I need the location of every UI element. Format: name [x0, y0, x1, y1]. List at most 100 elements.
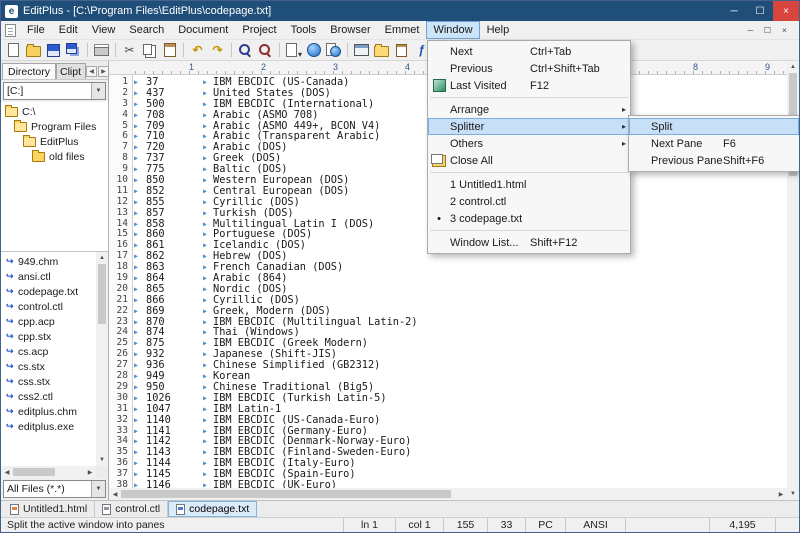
cut-icon[interactable] [120, 41, 139, 59]
menu-item-3-codepage-txt[interactable]: •3 codepage.txt [428, 210, 630, 227]
scrollbar-thumb[interactable] [13, 468, 55, 476]
editor-horizontal-scrollbar[interactable]: ◀ ▶ [109, 488, 787, 500]
file-item-cpp-acp[interactable]: ↪cpp.acp [1, 314, 96, 329]
document-tab-untitled1-html[interactable]: Untitled1.html [3, 501, 95, 517]
scroll-up-button[interactable]: ▲ [96, 252, 108, 264]
file-item-cs-acp[interactable]: ↪cs.acp [1, 344, 96, 359]
sidebar-tab-scroll-right-button[interactable]: ▶ [98, 66, 109, 77]
menu-item-close-all[interactable]: Close All [428, 152, 630, 169]
scrollbar-thumb[interactable] [98, 264, 106, 324]
drive-selector[interactable]: [C:] ▼ [3, 82, 106, 100]
menubar-item-project[interactable]: Project [235, 21, 283, 39]
scroll-up-button[interactable]: ▲ [787, 61, 799, 73]
menu-item-split[interactable]: Split [629, 118, 799, 135]
menu-item-1-untitled1-html[interactable]: 1 Untitled1.html [428, 176, 630, 193]
menubar-item-edit[interactable]: Edit [52, 21, 85, 39]
menu-item-previous[interactable]: PreviousCtrl+Shift+Tab [428, 60, 630, 77]
scroll-left-button[interactable]: ◀ [1, 466, 13, 478]
mdi-minimize-button[interactable]: ─ [742, 26, 759, 35]
close-button[interactable]: × [773, 1, 799, 21]
menubar-item-emmet[interactable]: Emmet [378, 21, 427, 39]
editor-line[interactable]: ▶1047▶IBM Latin-1 [134, 404, 787, 415]
file-list-vertical-scrollbar[interactable]: ▲ ▼ [96, 252, 108, 466]
fullscreen-icon[interactable] [352, 41, 371, 59]
menu-item-last-visited[interactable]: Last VisitedF12 [428, 77, 630, 94]
new-document-icon[interactable] [4, 41, 23, 59]
minimize-button[interactable]: ─ [721, 1, 747, 21]
menubar-item-search[interactable]: Search [122, 21, 171, 39]
tree-item-old-files[interactable]: old files [1, 149, 108, 164]
file-list: ↪949.chm↪ansi.ctl↪codepage.txt↪control.c… [1, 252, 96, 466]
document-tab-control-ctl[interactable]: control.ctl [95, 501, 168, 517]
file-item-cs-stx[interactable]: ↪cs.stx [1, 359, 96, 374]
print-icon[interactable] [92, 41, 111, 59]
scroll-right-button[interactable]: ▶ [775, 488, 787, 500]
save-all-icon[interactable] [64, 41, 83, 59]
folder-icon [5, 107, 18, 117]
menubar-item-browser[interactable]: Browser [323, 21, 377, 39]
dropdown-arrow-icon[interactable]: ▼ [91, 481, 105, 497]
menubar-item-view[interactable]: View [85, 21, 123, 39]
view-in-browser-icon[interactable] [324, 41, 343, 59]
file-filter-selector[interactable]: All Files (*.*) ▼ [3, 480, 106, 498]
menu-item-others[interactable]: Others▸ [428, 135, 630, 152]
menu-item-window-list[interactable]: Window List...Shift+F12 [428, 234, 630, 251]
document-tab-codepage-txt[interactable]: codepage.txt [168, 501, 257, 517]
editor-line[interactable]: ▶1140▶IBM EBCDIC (US-Canada-Euro) [134, 415, 787, 426]
save-icon[interactable] [44, 41, 63, 59]
mdi-close-button[interactable]: × [776, 26, 793, 35]
menubar-item-window[interactable]: Window [426, 21, 479, 39]
menu-item-next[interactable]: NextCtrl+Tab [428, 43, 630, 60]
scroll-right-button[interactable]: ▶ [84, 466, 96, 478]
paste-icon[interactable] [160, 41, 179, 59]
scroll-left-button[interactable]: ◀ [109, 488, 121, 500]
tree-item-editplus[interactable]: EditPlus [1, 134, 108, 149]
scroll-down-button[interactable]: ▼ [787, 488, 799, 500]
file-item-codepage-txt[interactable]: ↪codepage.txt [1, 284, 96, 299]
menu-item-previous-pane[interactable]: Previous PaneShift+F6 [629, 152, 799, 169]
menubar-item-document[interactable]: Document [171, 21, 235, 39]
sidebar-tab-clipt[interactable]: Clipt [56, 63, 86, 79]
editor-line[interactable]: ▶869▶Greek, Modern (DOS) [134, 306, 787, 317]
menu-item-2-control-ctl[interactable]: 2 control.ctl [428, 193, 630, 210]
document-selector-icon[interactable] [284, 41, 303, 59]
file-item-949-chm[interactable]: ↪949.chm [1, 254, 96, 269]
undo-icon[interactable] [188, 41, 207, 59]
menubar-item-help[interactable]: Help [480, 21, 517, 39]
scrollbar-thumb[interactable] [121, 490, 451, 498]
dropdown-arrow-icon[interactable]: ▼ [91, 83, 105, 99]
menu-item-splitter[interactable]: Splitter▸ [428, 118, 630, 135]
editor-line[interactable]: ▶1146▶IBM EBCDIC (UK-Euro) [134, 480, 787, 488]
menubar-item-tools[interactable]: Tools [284, 21, 324, 39]
find-icon[interactable] [236, 41, 255, 59]
file-list-horizontal-scrollbar[interactable]: ◀ ▶ [1, 466, 96, 478]
file-item-cpp-stx[interactable]: ↪cpp.stx [1, 329, 96, 344]
line-number-gutter[interactable]: 1234567891011121314151617181920212223242… [109, 75, 133, 488]
tree-item-program-files[interactable]: Program Files [1, 119, 108, 134]
file-item-editplus-exe[interactable]: ↪editplus.exe [1, 419, 96, 434]
file-item-editplus-chm[interactable]: ↪editplus.chm [1, 404, 96, 419]
redo-icon[interactable] [208, 41, 227, 59]
scroll-down-button[interactable]: ▼ [96, 454, 108, 466]
file-item-ansi-ctl[interactable]: ↪ansi.ctl [1, 269, 96, 284]
tab-marker-icon: ▶ [134, 240, 146, 251]
file-item-css-stx[interactable]: ↪css.stx [1, 374, 96, 389]
mdi-restore-button[interactable]: ☐ [759, 26, 776, 35]
tab-marker-icon: ▶ [134, 284, 146, 295]
sidebar-tab-directory[interactable]: Directory [2, 63, 56, 79]
tab-marker-icon: ▶ [203, 338, 213, 349]
cliptext-window-icon[interactable] [392, 41, 411, 59]
menu-item-arrange[interactable]: Arrange▸ [428, 101, 630, 118]
replace-icon[interactable] [256, 41, 275, 59]
open-file-icon[interactable] [24, 41, 43, 59]
tree-item-c[interactable]: C:\ [1, 104, 108, 119]
copy-icon[interactable] [140, 41, 159, 59]
menubar-item-file[interactable]: File [20, 21, 52, 39]
maximize-button[interactable]: ☐ [747, 1, 773, 21]
file-item-control-ctl[interactable]: ↪control.ctl [1, 299, 96, 314]
sidebar-tab-scroll-left-button[interactable]: ◀ [86, 66, 97, 77]
browser-icon[interactable] [304, 41, 323, 59]
directory-window-icon[interactable] [372, 41, 391, 59]
file-item-css2-ctl[interactable]: ↪css2.ctl [1, 389, 96, 404]
menu-item-next-pane[interactable]: Next PaneF6 [629, 135, 799, 152]
